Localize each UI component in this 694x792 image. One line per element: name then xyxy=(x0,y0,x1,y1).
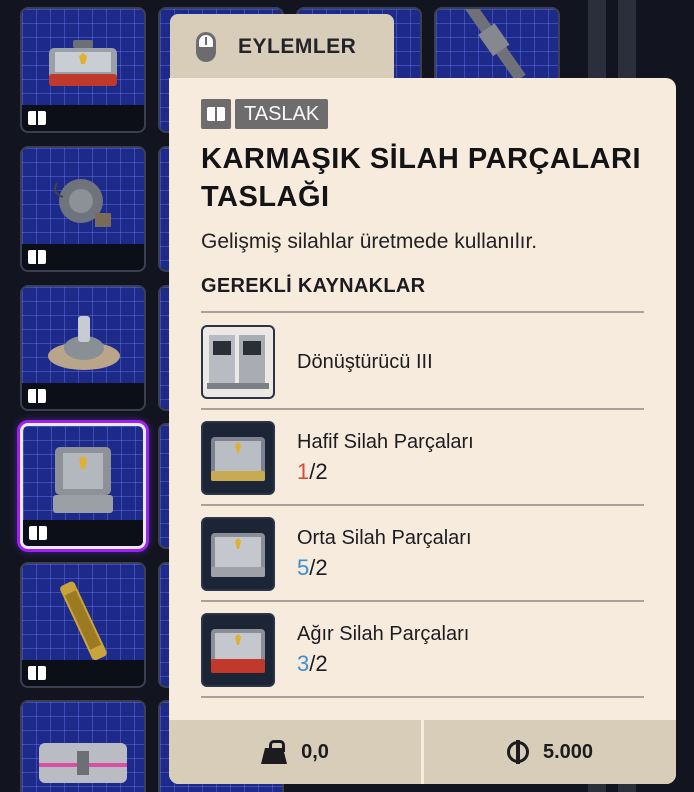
item-title: KARMAŞIK SİLAH PARÇALARI TASLAĞI xyxy=(201,143,642,213)
resource-row: Dönüştürücü III xyxy=(201,313,644,409)
book-icon xyxy=(29,526,47,540)
heavy-parts-case-icon xyxy=(201,613,275,687)
coin-icon xyxy=(506,740,529,764)
resource-name: Hafif Silah Parçaları xyxy=(297,431,474,453)
resource-name: Dönüştürücü III xyxy=(297,351,433,373)
inventory-slot[interactable] xyxy=(20,285,146,411)
light-parts-case-icon xyxy=(201,421,275,495)
medium-parts-case-icon xyxy=(201,517,275,591)
resource-count: 1/2 xyxy=(297,459,328,484)
turret-part-icon xyxy=(48,316,120,371)
book-icon xyxy=(28,111,46,125)
resource-name: Ağır Silah Parçaları xyxy=(297,623,470,645)
price-value: 5.000 xyxy=(542,740,594,763)
inventory-slot[interactable] xyxy=(20,7,146,133)
item-tooltip: TASLAK KARMAŞIK SİLAH PARÇALARI TASLAĞI … xyxy=(169,78,676,784)
resource-name: Orta Silah Parçaları xyxy=(297,527,472,549)
weight-icon xyxy=(261,740,288,764)
tooltip-footer: 0,0 5.000 xyxy=(169,720,676,784)
resource-row: Ağır Silah Parçaları 3/2 xyxy=(201,601,644,697)
badge-label: TASLAK xyxy=(235,99,329,129)
rifle-part-icon xyxy=(464,9,526,82)
weight-stat: 0,0 xyxy=(169,720,421,784)
actions-label: EYLEMLER xyxy=(238,35,357,58)
mouse-icon xyxy=(196,32,216,62)
machine-icon xyxy=(201,325,275,399)
book-icon xyxy=(28,389,46,403)
item-type-badge: TASLAK xyxy=(201,99,329,129)
inventory-slot-selected[interactable] xyxy=(20,423,146,549)
inventory-slot[interactable] xyxy=(20,562,146,688)
resource-row: Hafif Silah Parçaları 1/2 xyxy=(201,409,644,505)
actions-tab[interactable]: EYLEMLER xyxy=(170,14,394,80)
resource-row: Orta Silah Parçaları 5/2 xyxy=(201,505,644,601)
book-icon xyxy=(28,666,46,680)
item-description: Gelişmiş silahlar üretmede kullanılır. xyxy=(201,230,538,253)
generator-part-icon xyxy=(54,179,111,228)
book-icon xyxy=(28,250,46,264)
crate-icon xyxy=(39,743,127,783)
parts-case-icon xyxy=(49,40,117,87)
resource-count: 5/2 xyxy=(297,555,328,580)
inventory-slot[interactable] xyxy=(20,700,146,792)
price-stat: 5.000 xyxy=(424,720,676,784)
barrel-part-icon xyxy=(60,581,107,661)
book-icon xyxy=(201,99,231,129)
divider xyxy=(201,696,644,698)
resources-heading: GEREKLİ KAYNAKLAR xyxy=(201,275,426,297)
parts-case-icon xyxy=(53,447,113,514)
inventory-slot[interactable] xyxy=(20,146,146,272)
resource-count: 3/2 xyxy=(297,651,328,676)
weight-value: 0,0 xyxy=(301,740,329,763)
